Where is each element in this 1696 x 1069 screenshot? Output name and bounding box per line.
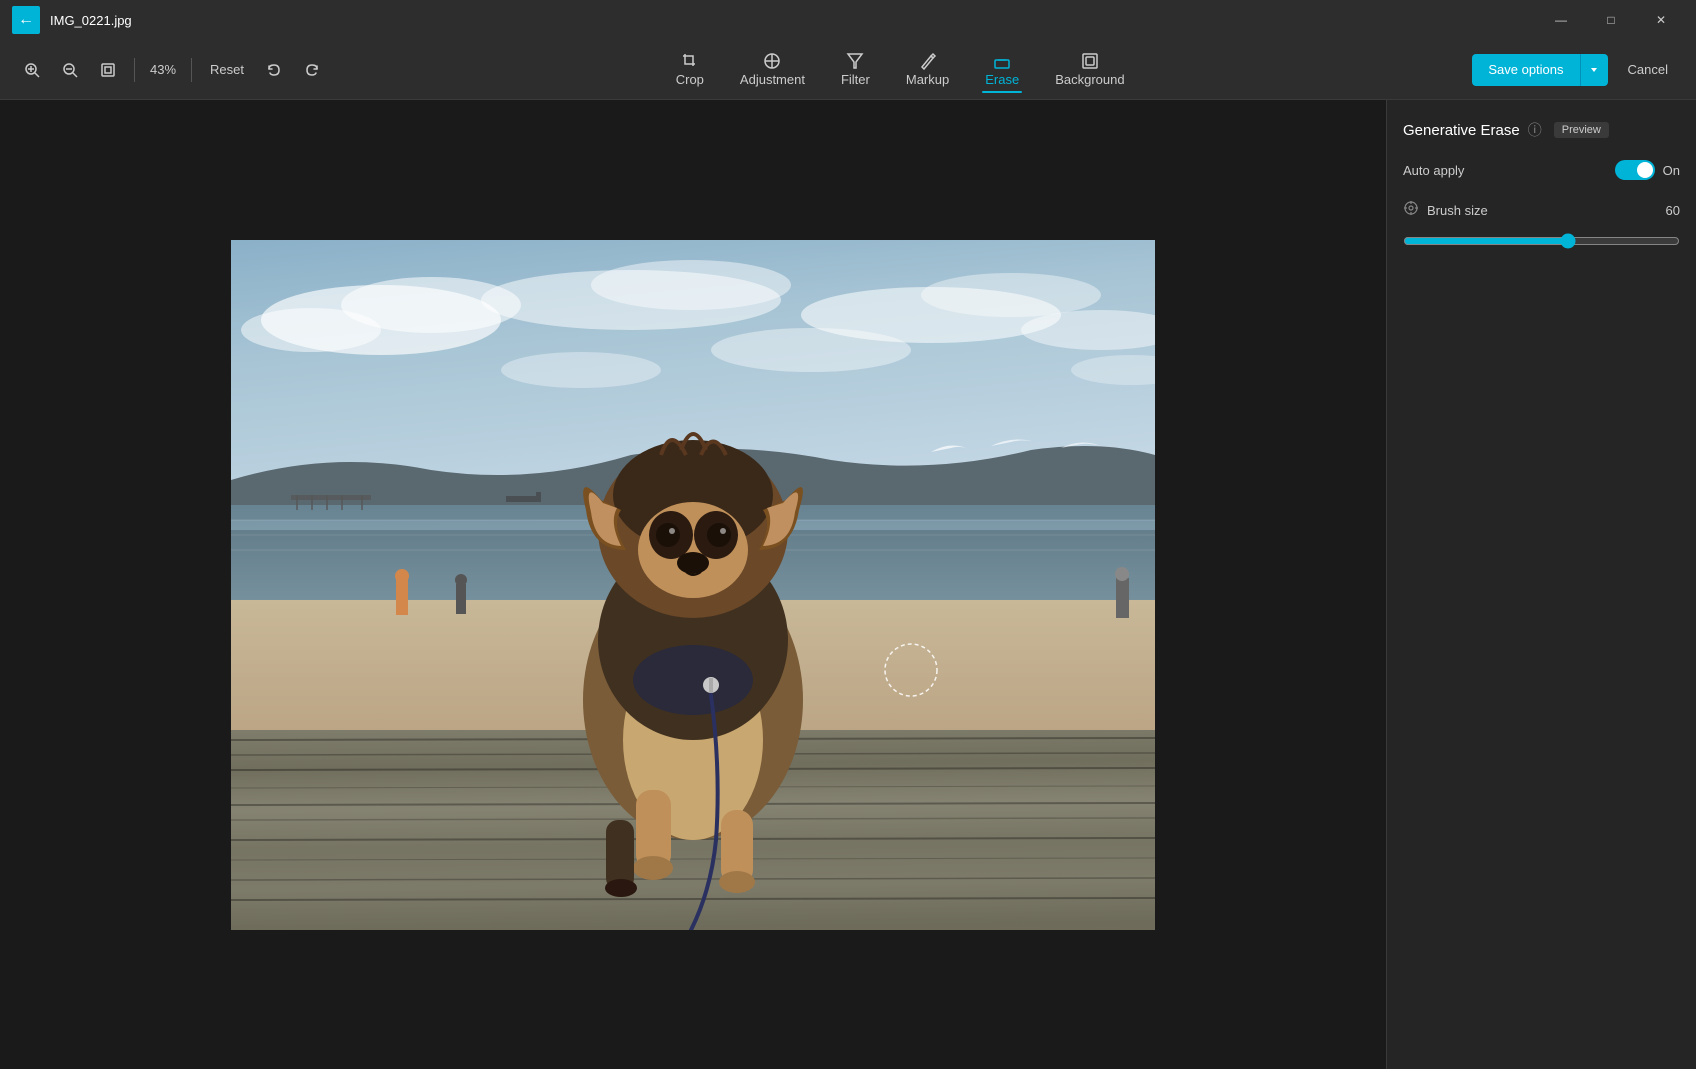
markup-icon	[919, 52, 937, 70]
main-area: Generative Erase ⓘ Preview Auto apply On	[0, 100, 1696, 1069]
preview-badge: Preview	[1554, 122, 1609, 138]
toolbar-right: Save options Cancel	[1472, 54, 1680, 86]
filter-label: Filter	[841, 72, 870, 87]
filter-tool[interactable]: Filter	[825, 48, 886, 91]
zoom-level: 43%	[145, 62, 181, 77]
minimize-button[interactable]: —	[1538, 4, 1584, 36]
close-button[interactable]: ✕	[1638, 4, 1684, 36]
filter-icon	[846, 52, 864, 70]
erase-icon	[993, 52, 1011, 70]
zoom-out-button[interactable]	[54, 54, 86, 86]
zoom-in-button[interactable]	[16, 54, 48, 86]
file-title: IMG_0221.jpg	[50, 13, 132, 28]
adjustment-icon	[763, 52, 781, 70]
image-container	[231, 240, 1155, 930]
markup-label: Markup	[906, 72, 949, 87]
markup-tool[interactable]: Markup	[890, 48, 965, 91]
auto-apply-toggle-container: On	[1615, 160, 1680, 180]
toolbar-center: Crop Adjustment Filter	[336, 48, 1464, 91]
save-options-button[interactable]: Save options	[1472, 54, 1579, 86]
adjustment-label: Adjustment	[740, 72, 805, 87]
crop-icon	[681, 52, 699, 70]
crop-label: Crop	[676, 72, 704, 87]
save-options-group: Save options	[1472, 54, 1607, 86]
toolbar-left: 43% Reset	[16, 54, 328, 86]
reset-button[interactable]: Reset	[202, 58, 252, 81]
panel-header: Generative Erase ⓘ Preview	[1403, 120, 1680, 140]
auto-apply-row: Auto apply On	[1403, 160, 1680, 180]
toggle-on-label: On	[1663, 163, 1680, 178]
erase-label: Erase	[985, 72, 1019, 87]
brush-size-row: Brush size 60	[1403, 200, 1680, 221]
title-bar-left: ← IMG_0221.jpg	[12, 6, 132, 34]
title-bar: ← IMG_0221.jpg — □ ✕	[0, 0, 1696, 40]
back-button[interactable]: ←	[12, 6, 40, 34]
brush-size-slider-container	[1403, 233, 1680, 252]
background-tool[interactable]: Background	[1039, 48, 1140, 91]
adjustment-tool[interactable]: Adjustment	[724, 48, 821, 91]
window-controls: — □ ✕	[1538, 4, 1684, 36]
background-icon	[1081, 52, 1099, 70]
auto-apply-toggle[interactable]	[1615, 160, 1655, 180]
auto-apply-label: Auto apply	[1403, 163, 1464, 178]
maximize-button[interactable]: □	[1588, 4, 1634, 36]
redo-button[interactable]	[296, 54, 328, 86]
toolbar: 43% Reset Crop	[0, 40, 1696, 100]
brush-size-value: 60	[1666, 203, 1680, 218]
brush-size-label: Brush size	[1427, 203, 1666, 218]
canvas-area[interactable]	[0, 100, 1386, 1069]
divider	[134, 58, 135, 82]
undo-button[interactable]	[258, 54, 290, 86]
background-label: Background	[1055, 72, 1124, 87]
fit-screen-button[interactable]	[92, 54, 124, 86]
right-panel: Generative Erase ⓘ Preview Auto apply On	[1386, 100, 1696, 1069]
cancel-button[interactable]: Cancel	[1616, 56, 1680, 83]
photo-canvas	[231, 240, 1155, 930]
panel-title: Generative Erase	[1403, 122, 1520, 139]
save-options-dropdown[interactable]	[1580, 54, 1608, 86]
erase-tool[interactable]: Erase	[969, 48, 1035, 91]
divider2	[191, 58, 192, 82]
brush-size-icon	[1403, 200, 1419, 221]
info-icon[interactable]: ⓘ	[1528, 120, 1542, 140]
brush-size-slider[interactable]	[1403, 233, 1680, 249]
crop-tool[interactable]: Crop	[660, 48, 720, 91]
